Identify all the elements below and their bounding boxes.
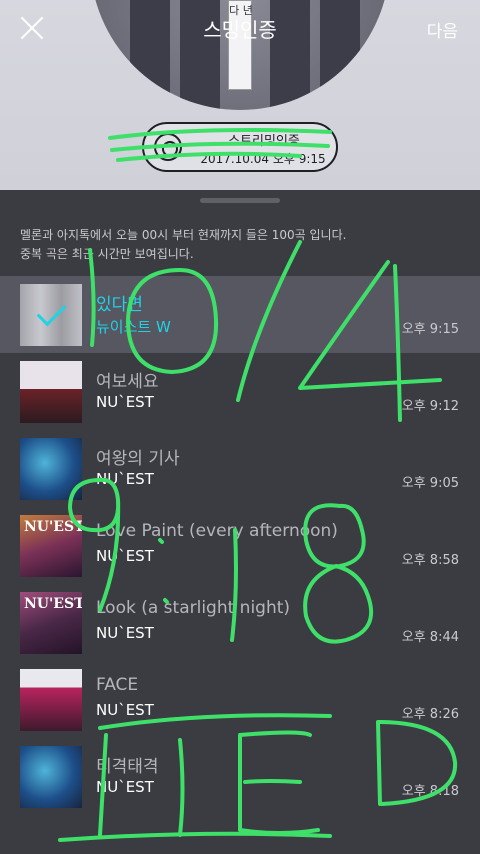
song-row[interactable]: FACE NU`EST 오후 8:26 <box>0 661 480 738</box>
song-row[interactable]: NU'EST Look (a starlight night) NU`EST 오… <box>0 584 480 661</box>
song-time: 오후 9:15 <box>401 322 459 337</box>
song-title: FACE <box>96 675 139 695</box>
song-time: 오후 9:05 <box>401 476 459 491</box>
album-thumbnail: NU'EST <box>20 515 82 577</box>
song-time: 오후 9:12 <box>401 399 459 414</box>
song-title: 여보세요 <box>96 372 159 392</box>
album-thumbnail <box>20 438 82 500</box>
song-time: 오후 8:26 <box>401 707 459 722</box>
thumbnail-logo-text: NU'EST <box>24 596 82 612</box>
song-title: 있다면 <box>96 295 143 315</box>
badge-date: 2017.10.04 오후 9:15 <box>200 152 326 166</box>
song-row[interactable]: 여보세요 NU`EST 오후 9:12 <box>0 353 480 430</box>
header: 다 년 스밍인증 다음 스트리밍인증 2017.10.04 오후 9:15 <box>0 0 480 190</box>
next-button[interactable]: 다음 <box>427 17 458 42</box>
song-row[interactable]: 있다면 뉴이스트 W 오후 9:15 <box>0 276 480 353</box>
song-time: 오후 8:18 <box>401 784 459 799</box>
album-thumbnail <box>20 361 82 423</box>
info-line-2: 중복 곡은 최근 시간만 보여집니다. <box>20 247 194 261</box>
page-title: 스밍인증 <box>203 18 277 42</box>
thumbnail-logo-text: NU'EST <box>24 519 82 535</box>
badge-label: 스트리밍인증 <box>228 134 300 149</box>
song-artist: 뉴이스트 W <box>96 318 171 336</box>
song-title: 여왕의 기사 <box>96 449 180 469</box>
song-row[interactable]: 여왕의 기사 NU`EST 오후 9:05 <box>0 430 480 507</box>
streaming-badge: 스트리밍인증 2017.10.04 오후 9:15 <box>142 122 338 172</box>
song-artist: NU`EST <box>96 393 154 411</box>
album-thumbnail <box>20 746 82 808</box>
album-thumbnail: NU'EST <box>20 592 82 654</box>
info-text: 멜론과 아지톡에서 오늘 00시 부터 현재까지 들은 100곡 입니다. 중복… <box>20 226 470 264</box>
drag-handle[interactable] <box>200 198 280 203</box>
song-row[interactable]: NU'EST Love Paint (every afternoon) NU`E… <box>0 507 480 584</box>
song-list: 있다면 뉴이스트 W 오후 9:15 여보세요 NU`EST 오후 9:12 여… <box>0 276 480 815</box>
song-time: 오후 8:58 <box>401 553 459 568</box>
song-row[interactable]: 티격태격 NU`EST 오후 8:18 <box>0 738 480 815</box>
album-thumbnail <box>20 669 82 731</box>
song-artist: NU`EST <box>96 547 154 565</box>
song-artist: NU`EST <box>96 778 154 796</box>
song-title: Love Paint (every afternoon) <box>96 521 338 541</box>
song-artist: NU`EST <box>96 470 154 488</box>
song-title: Look (a starlight night) <box>96 598 291 618</box>
song-artist: NU`EST <box>96 701 154 719</box>
disc-icon <box>154 133 182 161</box>
song-time: 오후 8:44 <box>401 630 459 645</box>
song-title: 티격태격 <box>96 757 159 777</box>
info-line-1: 멜론과 아지톡에서 오늘 00시 부터 현재까지 들은 100곡 입니다. <box>20 228 347 242</box>
song-artist: NU`EST <box>96 624 154 642</box>
check-icon <box>20 284 82 346</box>
